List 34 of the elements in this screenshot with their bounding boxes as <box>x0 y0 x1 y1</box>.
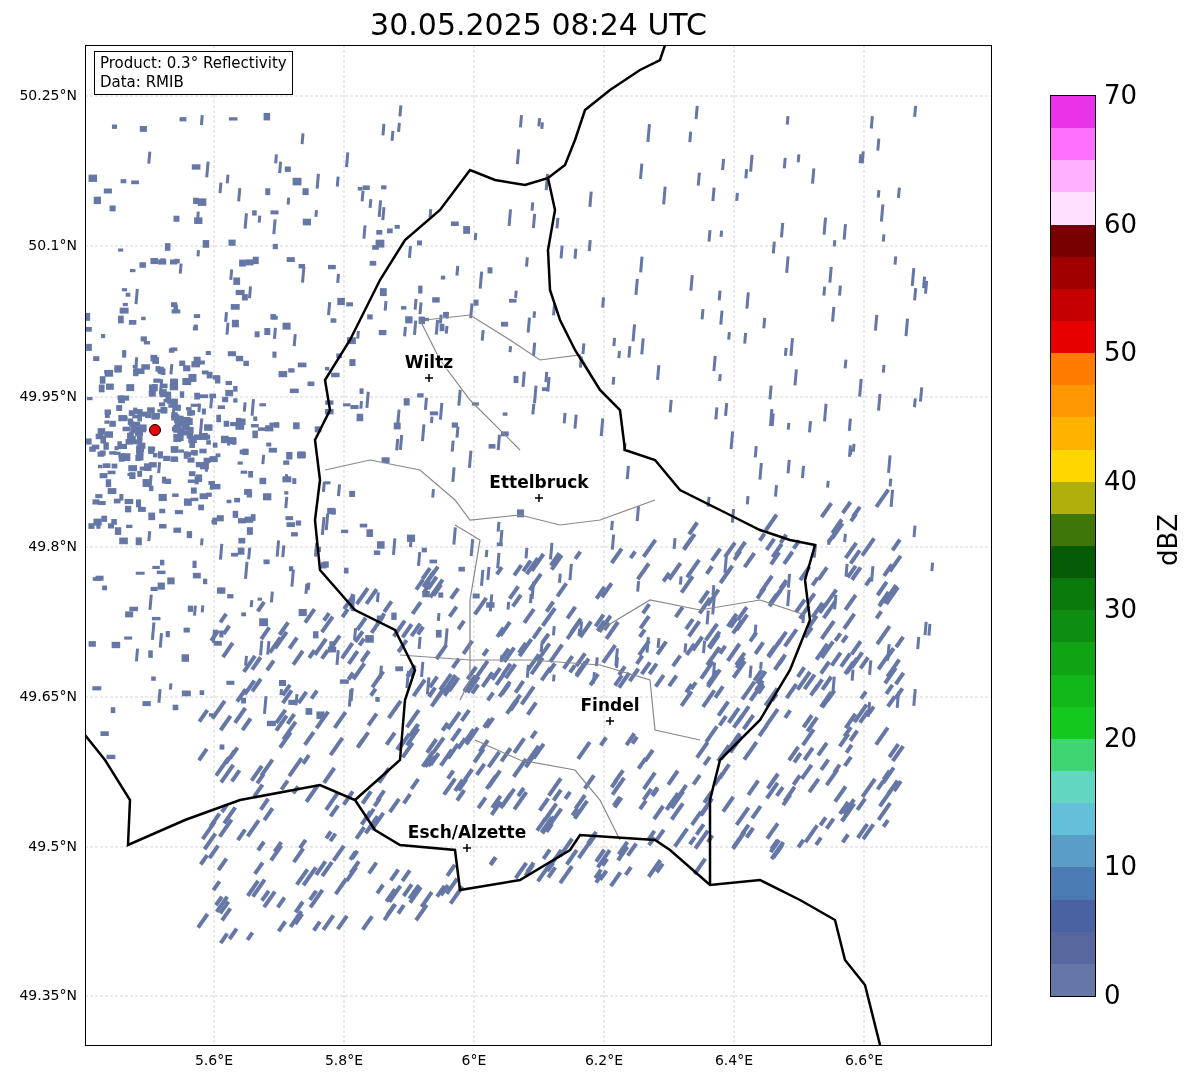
longitude-label: 5.8°E <box>324 1052 364 1068</box>
longitude-label: 6.4°E <box>714 1052 754 1068</box>
chart-title: 30.05.2025 08:24 UTC <box>369 6 708 44</box>
info-text: Data: RMIB <box>100 73 185 92</box>
city-marker <box>462 843 472 853</box>
scale-label: 20 <box>1104 722 1138 753</box>
latitude-label: 49.8°N <box>28 538 77 554</box>
city-marker <box>534 493 544 503</box>
scale-label: 50 <box>1104 337 1138 368</box>
radar-site-marker <box>149 424 161 436</box>
longitude-label: 6.6°E <box>844 1052 884 1068</box>
scale-label: 70 <box>1104 80 1138 110</box>
scale-label: 30 <box>1104 594 1138 625</box>
latitude-label: 49.65°N <box>19 688 77 704</box>
city-label: Ettelbruck <box>489 472 589 492</box>
latitude-label: 50.1°N <box>28 237 77 253</box>
city-label: Esch/Alzette <box>407 822 527 842</box>
latitude-label: 49.5°N <box>28 838 77 854</box>
scale-label: 60 <box>1104 208 1138 239</box>
city-marker <box>605 716 615 726</box>
info-text: Product: 0.3° Reflectivity <box>100 54 287 73</box>
latitude-label: 49.35°N <box>19 987 77 1003</box>
longitude-label: 6°E <box>461 1052 487 1068</box>
scale-label: 10 <box>1104 851 1138 882</box>
scale-label: 40 <box>1104 465 1138 496</box>
city-label: Wiltz <box>404 352 454 372</box>
longitude-label: 5.6°E <box>194 1052 234 1068</box>
scale-title: dBZ <box>1153 513 1184 567</box>
latitude-label: 50.25°N <box>19 87 77 103</box>
latitude-label: 49.95°N <box>19 388 77 404</box>
scale-label: 0 <box>1104 980 1121 1010</box>
city-label: Findel <box>580 695 640 715</box>
city-marker <box>424 373 434 383</box>
longitude-label: 6.2°E <box>584 1052 624 1068</box>
